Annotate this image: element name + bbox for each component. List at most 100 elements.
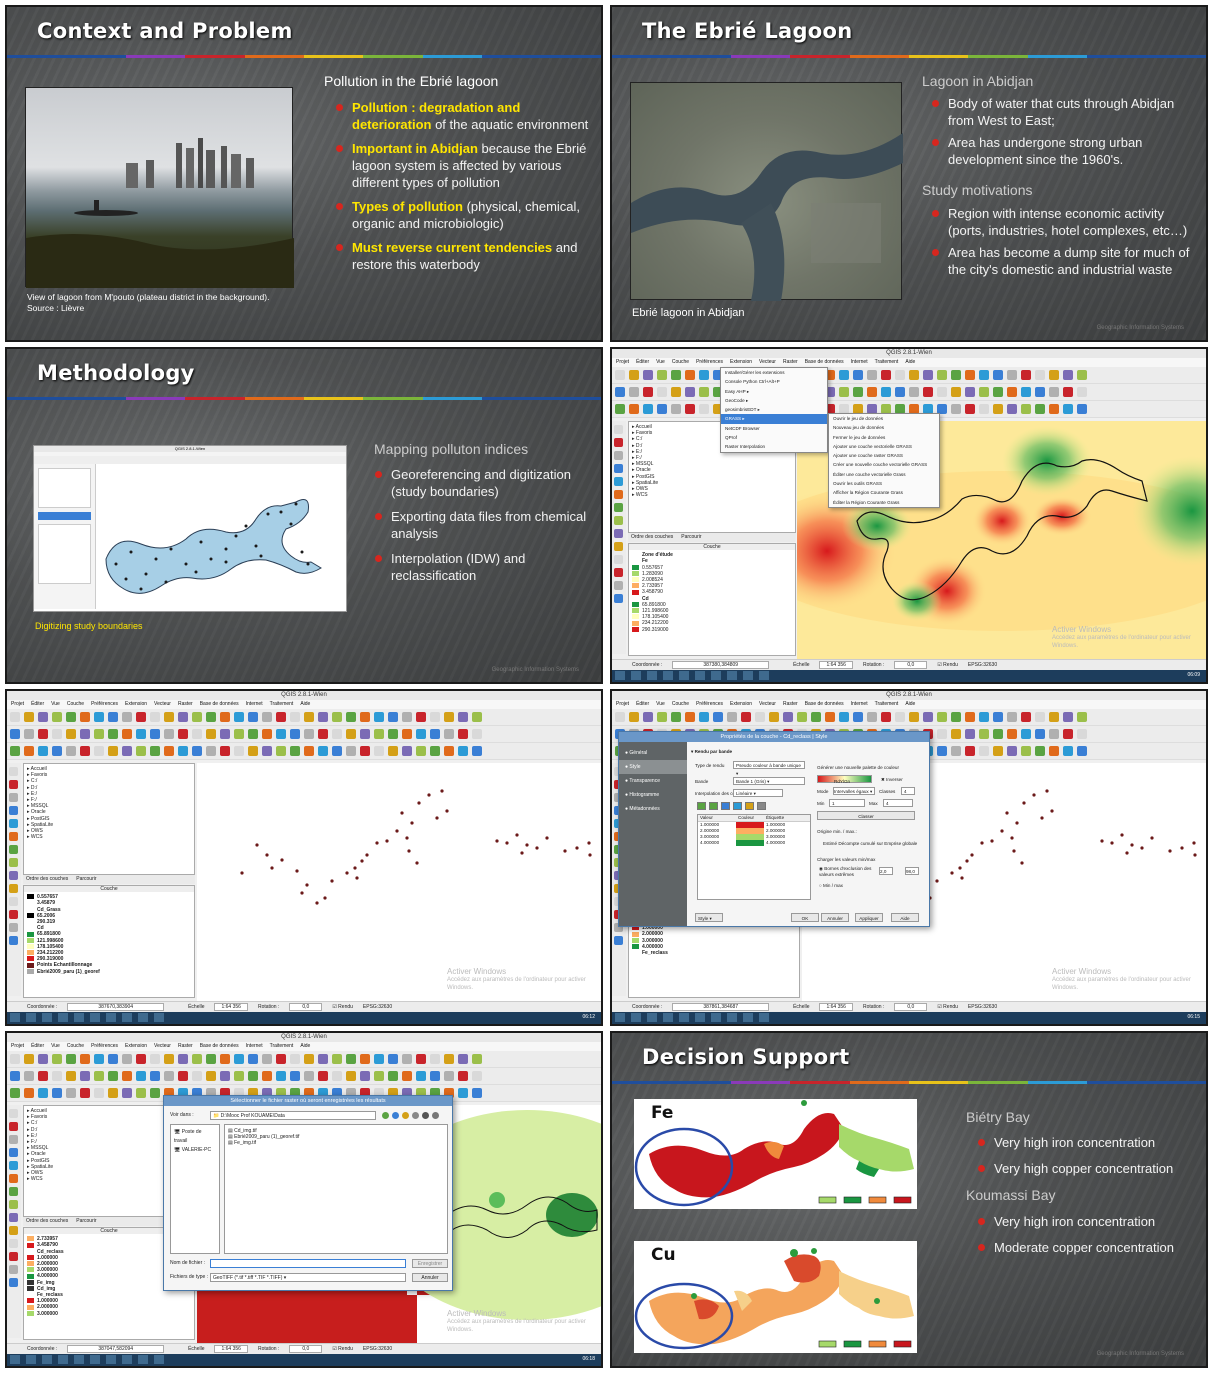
toolbar-icon[interactable] bbox=[444, 712, 454, 722]
toolbar-icon[interactable] bbox=[472, 1054, 482, 1064]
toolbar-icon[interactable] bbox=[388, 729, 398, 739]
taskbar-app-icon[interactable] bbox=[138, 1355, 148, 1364]
taskbar-app-icon[interactable] bbox=[10, 1013, 20, 1022]
taskbar-app-icon[interactable] bbox=[26, 1013, 36, 1022]
menu-item-extension[interactable]: Extension bbox=[125, 1043, 147, 1049]
submenu-item[interactable]: Nouveau jeu de données bbox=[829, 423, 939, 432]
toolbar-icon[interactable] bbox=[783, 712, 793, 722]
toolbar-icon[interactable] bbox=[122, 1071, 132, 1081]
toolbar-icon[interactable] bbox=[108, 1088, 118, 1098]
tool-icon[interactable] bbox=[614, 568, 623, 577]
taskbar-app-icon[interactable] bbox=[74, 1013, 84, 1022]
menu-item-projet[interactable]: Projet bbox=[616, 359, 629, 365]
toolbar-icon[interactable] bbox=[1021, 746, 1031, 756]
toolbar-icon[interactable] bbox=[1077, 746, 1087, 756]
tool-icon[interactable] bbox=[614, 529, 623, 538]
rotation-field[interactable]: 0,0 bbox=[289, 1003, 323, 1011]
toolbar-icon[interactable] bbox=[671, 712, 681, 722]
tool-icon[interactable] bbox=[9, 1278, 18, 1287]
tool-icon[interactable] bbox=[9, 793, 18, 802]
taskbar-app-icon[interactable] bbox=[138, 1013, 148, 1022]
toolbar-icon[interactable] bbox=[965, 712, 975, 722]
tool-icon[interactable] bbox=[9, 1265, 18, 1274]
toolbar-icon[interactable] bbox=[1063, 404, 1073, 414]
max-field[interactable]: 4 bbox=[883, 799, 913, 807]
toolbar-icon[interactable] bbox=[374, 1054, 384, 1064]
toolbar-icon[interactable] bbox=[1035, 712, 1045, 722]
palette-select[interactable]: RdYlGn bbox=[817, 775, 872, 784]
place-item[interactable]: 🖥 Poste de travail bbox=[174, 1128, 216, 1146]
toolbar-icon[interactable] bbox=[262, 1071, 272, 1081]
menu-item-aide[interactable]: Aide bbox=[905, 701, 915, 707]
toolbar-icon[interactable] bbox=[444, 1071, 454, 1081]
toolbar-icon[interactable] bbox=[276, 1071, 286, 1081]
toolbar-icon[interactable] bbox=[276, 729, 286, 739]
toolbar-icon[interactable] bbox=[122, 746, 132, 756]
taskbar-app-icon[interactable] bbox=[711, 671, 721, 680]
tool-icon[interactable] bbox=[9, 1161, 18, 1170]
submenu-item[interactable]: Éditer une couche vectorielle Grass bbox=[829, 470, 939, 479]
toolbar-icon[interactable] bbox=[136, 1071, 146, 1081]
table-tool-button[interactable] bbox=[733, 802, 742, 810]
coordinate-field[interactable]: 387670,383904 bbox=[67, 1003, 165, 1011]
toolbar-icon[interactable] bbox=[416, 712, 426, 722]
toolbar-icon[interactable] bbox=[108, 712, 118, 722]
toolbar-icon[interactable] bbox=[10, 1054, 20, 1064]
taskbar-app-icon[interactable] bbox=[154, 1355, 164, 1364]
menu-item[interactable]: Installer/Gérer les extensions bbox=[721, 368, 827, 377]
scale-field[interactable]: 1:64 356 bbox=[819, 1003, 853, 1011]
ok-button[interactable]: OK bbox=[791, 913, 819, 922]
menu-item[interactable]: NetCDF Browser bbox=[721, 424, 827, 433]
toolbar-icon[interactable] bbox=[192, 729, 202, 739]
toolbar-icon[interactable] bbox=[993, 712, 1003, 722]
toolbar-icon[interactable] bbox=[1049, 370, 1059, 380]
toolbar-icon[interactable] bbox=[178, 1071, 188, 1081]
submenu-item[interactable]: Ouvrir les outils GRASS bbox=[829, 479, 939, 488]
toolbar-icon[interactable] bbox=[360, 712, 370, 722]
menu-item-raster[interactable]: Raster bbox=[783, 359, 798, 365]
toolbar-icon[interactable] bbox=[52, 1071, 62, 1081]
toolbar-icon[interactable] bbox=[1007, 387, 1017, 397]
toolbar-icon[interactable] bbox=[94, 1054, 104, 1064]
taskbar-app-icon[interactable] bbox=[727, 671, 737, 680]
nav-button[interactable] bbox=[392, 1112, 399, 1119]
toolbar-icon[interactable] bbox=[1021, 387, 1031, 397]
toolbar-icon[interactable] bbox=[276, 712, 286, 722]
tool-icon[interactable] bbox=[614, 555, 623, 564]
tool-icon[interactable] bbox=[9, 858, 18, 867]
toolbar-icon[interactable] bbox=[444, 746, 454, 756]
toolbar-icon[interactable] bbox=[1049, 729, 1059, 739]
layer-row[interactable]: 3.000000 bbox=[27, 1311, 191, 1317]
toolbar-icon[interactable] bbox=[108, 1054, 118, 1064]
submenu-item[interactable]: Fermer le jeu de données bbox=[829, 433, 939, 442]
menu-item-vue[interactable]: Vue bbox=[51, 701, 60, 707]
menu-item-base de données[interactable]: Base de données bbox=[805, 701, 844, 707]
toolbar-icon[interactable] bbox=[430, 712, 440, 722]
toolbar-icon[interactable] bbox=[248, 1054, 258, 1064]
toolbar-icon[interactable] bbox=[388, 712, 398, 722]
toolbar-icon[interactable] bbox=[979, 746, 989, 756]
toolbar-icon[interactable] bbox=[458, 729, 468, 739]
toolbar-icon[interactable] bbox=[881, 387, 891, 397]
toolbar-icon[interactable] bbox=[122, 1088, 132, 1098]
menu-item-internet[interactable]: Internet bbox=[851, 359, 868, 365]
toolbar-icon[interactable] bbox=[951, 712, 961, 722]
menu-item-éditer[interactable]: Éditer bbox=[31, 701, 44, 707]
toolbar-icon[interactable] bbox=[150, 729, 160, 739]
toolbar-icon[interactable] bbox=[458, 712, 468, 722]
toolbar-icon[interactable] bbox=[657, 712, 667, 722]
toolbar-icon[interactable] bbox=[909, 712, 919, 722]
toolbar-icon[interactable] bbox=[430, 729, 440, 739]
menu-item-base de données[interactable]: Base de données bbox=[200, 701, 239, 707]
toolbar-icon[interactable] bbox=[24, 1071, 34, 1081]
render-checkbox[interactable]: ☑ Rendu bbox=[332, 1346, 353, 1352]
toolbar-icon[interactable] bbox=[318, 712, 328, 722]
cut-to-field[interactable]: 98,0 bbox=[905, 867, 919, 875]
toolbar-icon[interactable] bbox=[951, 746, 961, 756]
toolbar-icon[interactable] bbox=[472, 746, 482, 756]
toolbar-icon[interactable] bbox=[979, 370, 989, 380]
menu-item-préférences[interactable]: Préférences bbox=[696, 359, 723, 365]
coordinate-field[interactable]: 387861,384687 bbox=[672, 1003, 770, 1011]
toolbar-icon[interactable] bbox=[346, 1071, 356, 1081]
taskbar-app-icon[interactable] bbox=[743, 671, 753, 680]
